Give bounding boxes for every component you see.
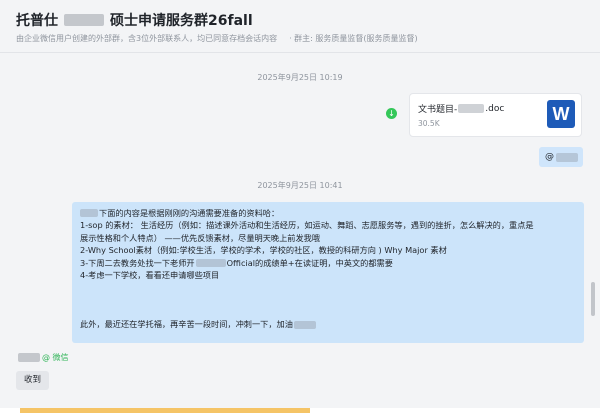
file-name: 文书题目- .doc [418, 102, 505, 116]
redacted-mention-name [556, 152, 578, 162]
message-line: 1-sop 的素材： 生活经历（例如：描述课外活动和生活经历，如运动、舞蹈、志愿… [80, 220, 534, 231]
sender-label: @ 微信 [18, 352, 69, 363]
redacted-name [80, 209, 98, 218]
chat-window: 托普仕 硕士申请服务群26fall 由企业微信用户创建的外部群，含3位外部联系人… [0, 0, 600, 413]
received-button[interactable]: 收到 [16, 371, 49, 390]
file-attachment-card[interactable]: 文书题目- .doc 30.5K W [409, 93, 582, 137]
file-extension: .doc [485, 103, 505, 114]
group-owner: · 群主: 服务质量监督(服务质量监督) [289, 34, 418, 43]
timestamp-1: 2025年9月25日 10:19 [257, 73, 343, 82]
chat-header: 托普仕 硕士申请服务群26fall 由企业微信用户创建的外部群，含3位外部联系人… [0, 0, 600, 53]
message-text: 此外，最近还在学托福，再辛苦一段时间，冲刺一下，加油 [80, 319, 293, 330]
redacted-name [293, 320, 316, 329]
download-status-icon: ↓ [386, 108, 397, 119]
group-title-suffix: 硕士申请服务群26fall [110, 13, 253, 29]
redacted-sender-name [18, 353, 40, 362]
message-line: 3-下周二去教务处找一下老师开 Official的成绩单+在读证明，中英文的都需… [80, 257, 576, 269]
redacted-name [64, 14, 104, 26]
group-description: 由企业微信用户创建的外部群，含3位外部联系人，均已同意存档会话内容 [16, 34, 278, 43]
message-line: 下面的内容是根据刚刚的沟通需要准备的资料哈： [80, 207, 576, 219]
message-text: 下面的内容是根据刚刚的沟通需要准备的资料哈： [99, 208, 280, 218]
redacted-name [195, 258, 226, 267]
group-title-prefix: 托普仕 [16, 13, 58, 29]
redacted-file-name [458, 104, 485, 113]
mention-at: @ [545, 152, 554, 162]
group-subtitle: 由企业微信用户创建的外部群，含3位外部联系人，均已同意存档会话内容 · 群主: 服… [16, 33, 418, 44]
timestamp-2: 2025年9月25日 10:41 [257, 181, 343, 190]
mention-message-bubble[interactable]: @ [539, 147, 583, 167]
word-document-icon: W [547, 100, 575, 128]
file-size: 30.5K [418, 119, 440, 128]
message-line: 此外，最近还在学托福，再辛苦一段时间，冲刺一下，加油 [80, 318, 576, 330]
message-line: 2-Why School素材（例如:学校生活，学校的学术，学校的社区，教授的科研… [80, 245, 447, 256]
group-title[interactable]: 托普仕 硕士申请服务群26fall [16, 10, 253, 30]
message-text: 3-下周二去教务处找一下老师开 [80, 257, 195, 268]
message-text: Official的成绩单+在读证明，中英文的都需要 [226, 257, 393, 268]
message-line: 4-考虑一下学校，看看还申请哪些项目 [80, 270, 220, 281]
bottom-highlight-bar [20, 408, 310, 413]
file-name-prefix: 文书题目- [418, 105, 458, 115]
wechat-tag: @ 微信 [42, 353, 69, 362]
scrollbar-thumb[interactable] [591, 282, 595, 316]
message-bubble[interactable]: 下面的内容是根据刚刚的沟通需要准备的资料哈： 1-sop 的素材： 生活经历（例… [72, 202, 584, 343]
message-line: 展示性格和个人特点） ——优先反馈素材，尽量明天晚上前发我哦 [80, 232, 321, 243]
